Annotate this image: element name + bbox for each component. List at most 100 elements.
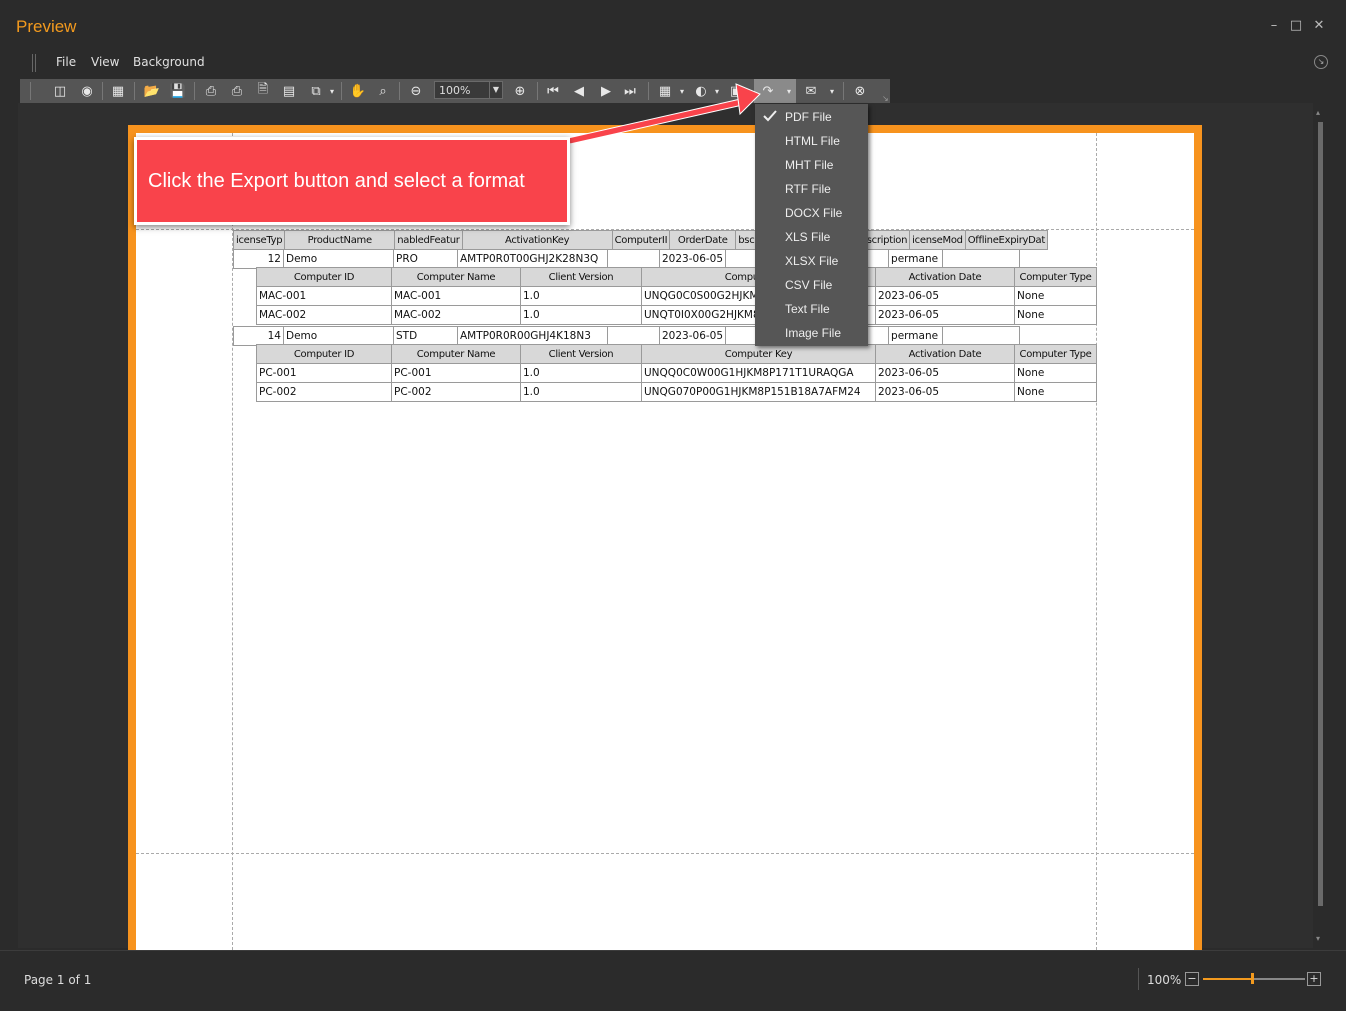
separator	[537, 82, 538, 100]
separator	[341, 82, 342, 100]
vertical-scrollbar[interactable]: ▴ ▾	[1313, 108, 1327, 948]
table-cell	[725, 249, 757, 269]
separator	[102, 82, 103, 100]
menu-background[interactable]: Background	[133, 55, 205, 69]
detail-table: Computer ID Computer Name Client Version Co…	[256, 267, 1097, 325]
close-icon[interactable]: ✕	[1308, 18, 1330, 33]
zoom-slider-fill	[1203, 978, 1253, 980]
parameters-icon[interactable]: ▦	[108, 81, 128, 101]
table-cell: 2023-06-05	[875, 286, 1015, 306]
table-cell	[725, 326, 757, 346]
collapse-ribbon-icon[interactable]: ↘	[1314, 55, 1328, 69]
column-header: Computer Name	[391, 267, 521, 287]
menu-item-docx[interactable]: DOCX File	[785, 206, 842, 220]
header-footer-icon[interactable]: ▤	[279, 81, 299, 101]
table-cell: STD	[393, 326, 458, 346]
zoom-in-icon[interactable]: ⊕	[510, 81, 530, 101]
table-cell: MAC-002	[256, 305, 392, 325]
document-map-icon[interactable]: ◫	[50, 81, 70, 101]
menu-item-html[interactable]: HTML File	[785, 134, 840, 148]
table-cell: Demo	[283, 326, 394, 346]
scroll-down-icon[interactable]: ▾	[1316, 934, 1320, 943]
column-header: ActivationKey	[461, 230, 613, 250]
export-dropdown-icon[interactable]: ▾	[779, 81, 799, 101]
column-header: nabledFeatur	[394, 230, 463, 250]
table-cell	[607, 326, 660, 346]
table-cell: 1.0	[520, 305, 642, 325]
page-setup-icon[interactable]: 🗎	[253, 81, 273, 101]
menu-item-mht[interactable]: MHT File	[785, 158, 833, 172]
menu-item-rtf[interactable]: RTF File	[785, 182, 831, 196]
master-table: 14 Demo STD AMTP0R0R00GHJ4K18N3 2023-06-05 pe…	[233, 326, 1021, 346]
zoom-out-button[interactable]: −	[1185, 972, 1199, 986]
separator	[134, 82, 135, 100]
column-header: ComputerII	[611, 230, 671, 250]
callout-arrow	[567, 83, 761, 145]
detail-row: MAC-001 MAC-001 1.0 UNQG0C0S00G2HJKM8P151B1…	[256, 286, 1097, 306]
menu-item-image[interactable]: Image File	[785, 326, 841, 340]
menu-file[interactable]: File	[56, 55, 76, 69]
column-header: Computer Key	[641, 344, 876, 364]
table-cell: MAC-001	[391, 286, 521, 306]
table-cell: PRO	[393, 249, 458, 269]
save-icon[interactable]: 💾	[168, 81, 188, 101]
table-cell: 1.0	[520, 382, 642, 402]
table-cell	[942, 326, 1021, 346]
table-cell: PC-002	[391, 382, 521, 402]
checkmark-icon	[763, 110, 777, 122]
scale-dropdown-icon[interactable]: ▾	[322, 81, 342, 101]
table-cell: AMTP0R0T00GHJ2K28N3Q	[457, 249, 608, 269]
status-bar	[0, 950, 1346, 1011]
table-cell: 2023-06-05	[658, 249, 727, 269]
maximize-icon[interactable]: □	[1285, 18, 1307, 33]
table-cell: 2023-06-05	[875, 305, 1015, 325]
menu-view[interactable]: View	[91, 55, 119, 69]
zoom-input[interactable]: 100%	[434, 81, 490, 99]
toolbar-resize-grip[interactable]: ↘	[882, 94, 889, 103]
separator	[1138, 968, 1139, 990]
menu-item-xls[interactable]: XLS File	[785, 230, 830, 244]
scrollbar-thumb[interactable]	[1318, 122, 1323, 906]
zoom-out-icon[interactable]: ⊖	[406, 81, 426, 101]
detail-row: PC-002 PC-002 1.0 UNQG070P00G1HJKM8P151B18A…	[256, 382, 1097, 402]
table-cell: AMTP0R0R00GHJ4K18N3	[457, 326, 608, 346]
table-cell	[942, 249, 1021, 269]
table-cell: UNQQ0C0W00G1HJKM8P171T1URAQGA	[641, 363, 876, 383]
menu-item-csv[interactable]: CSV File	[785, 278, 832, 292]
menu-item-text[interactable]: Text File	[785, 302, 830, 316]
detail-row: PC-001 PC-001 1.0 UNQQ0C0W00G1HJKM8P171T1UR…	[256, 363, 1097, 383]
minimize-icon[interactable]: –	[1263, 18, 1285, 33]
hand-tool-icon[interactable]: ✋	[348, 81, 368, 101]
zoom-dropdown-icon[interactable]: ▼	[489, 81, 503, 99]
menu-item-pdf[interactable]: PDF File	[785, 110, 832, 124]
master-row: 12 Demo PRO AMTP0R0T00GHJ2K28N3Q 2023-06-05 p…	[233, 249, 1021, 269]
table-cell: 14	[233, 326, 284, 346]
detail-row: MAC-002 MAC-002 1.0 UNQT0I0X00G2HJKM8P151B1…	[256, 305, 1097, 325]
column-header: Computer ID	[256, 344, 392, 364]
send-email-icon[interactable]: ✉	[801, 81, 821, 101]
master-header-table: icenseTyp ProductName nabledFeatur Activati…	[232, 230, 1049, 250]
column-header: Computer ID	[256, 267, 392, 287]
column-header: OfflineExpiryDat	[964, 230, 1049, 250]
callout-text: Click the Export button and select a for…	[148, 170, 525, 192]
zoom-slider-thumb[interactable]	[1251, 973, 1254, 984]
zoom-in-button[interactable]: +	[1307, 972, 1321, 986]
open-icon[interactable]: 📂	[142, 81, 162, 101]
menu-item-xlsx[interactable]: XLSX File	[785, 254, 838, 268]
table-cell: 2023-06-05	[875, 363, 1015, 383]
send-dropdown-icon[interactable]: ▾	[822, 81, 842, 101]
close-preview-icon[interactable]: ⊗	[850, 81, 870, 101]
export-format-menu: PDF File HTML File MHT File RTF File DOC…	[755, 104, 868, 346]
quick-print-icon[interactable]: ⎙	[227, 81, 247, 101]
table-cell: permane	[888, 326, 944, 346]
table-cell: None	[1014, 305, 1097, 325]
header-row: Computer ID Computer Name Client Version Co…	[256, 267, 1097, 287]
page-status: Page 1 of 1	[24, 973, 92, 987]
scroll-up-icon[interactable]: ▴	[1316, 108, 1320, 117]
window-title: Preview	[16, 17, 77, 36]
column-header: Client Version	[520, 267, 642, 287]
print-icon[interactable]: ⎙	[201, 81, 221, 101]
magnifier-icon[interactable]: ⌕	[373, 81, 393, 101]
table-cell: MAC-002	[391, 305, 521, 325]
search-icon[interactable]: ◉	[77, 81, 97, 101]
